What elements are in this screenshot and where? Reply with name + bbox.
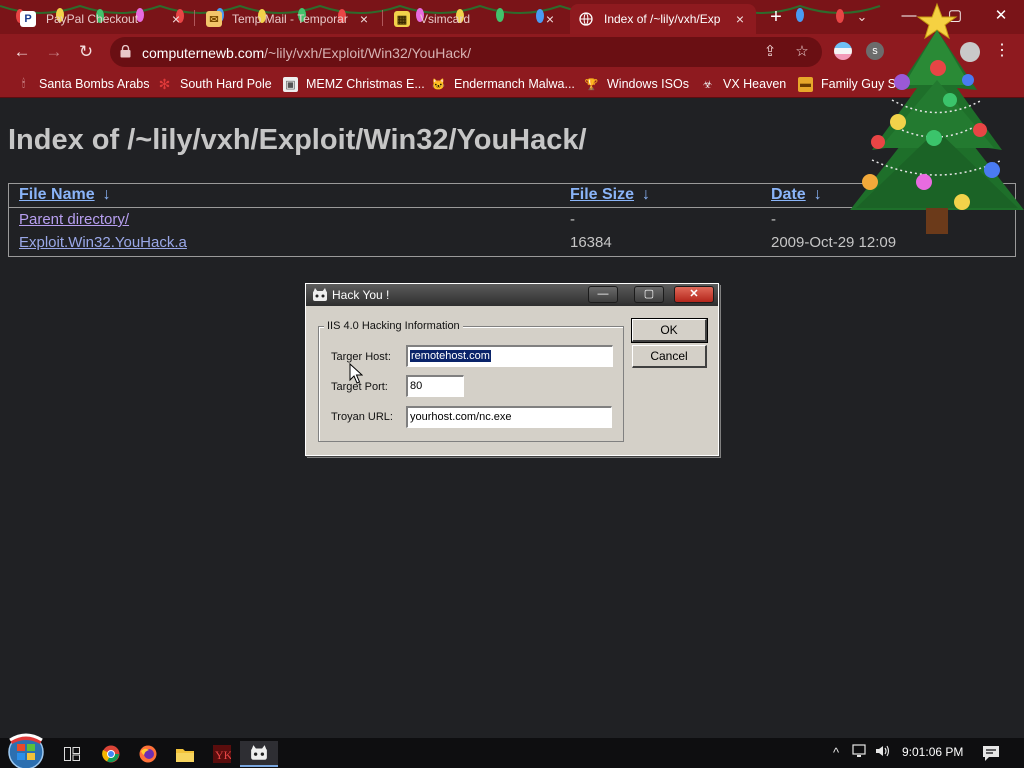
troyan-url-value: yourhost.com/nc.exe bbox=[410, 411, 512, 423]
file-size-cell: 16384 bbox=[570, 234, 612, 251]
notification-center-icon[interactable] bbox=[980, 742, 1002, 764]
bookmark-memz-christmas[interactable]: ▣ MEMZ Christmas E... bbox=[283, 74, 425, 94]
dialog-title-bar[interactable]: Hack You ! — ▢ ✕ bbox=[306, 284, 718, 306]
tab-paypal-checkout[interactable]: P PayPal Checkout × bbox=[12, 4, 192, 34]
url-text[interactable]: computernewb.com/~lily/vxh/Exploit/Win32… bbox=[142, 45, 471, 61]
tab-temp-mail[interactable]: ✉ Temp Mail - Temporar × bbox=[198, 4, 380, 34]
network-icon[interactable] bbox=[850, 744, 870, 763]
windows-taskbar: YK ^ 9:01:06 PM bbox=[0, 733, 1024, 768]
dialog-close-button[interactable]: ✕ bbox=[674, 286, 714, 303]
bookmark-label: Endermanch Malwa... bbox=[454, 77, 575, 91]
hack-you-app-icon bbox=[313, 288, 327, 301]
dialog-title: Hack You ! bbox=[332, 288, 390, 302]
close-icon[interactable]: × bbox=[542, 11, 558, 27]
back-arrow-icon[interactable]: ← bbox=[8, 38, 36, 66]
close-icon[interactable]: × bbox=[732, 11, 748, 27]
troyan-url-input[interactable]: yourhost.com/nc.exe bbox=[406, 406, 612, 428]
column-header-date[interactable]: Date ↓ bbox=[771, 186, 822, 204]
column-header-file-name[interactable]: File Name ↓ bbox=[19, 186, 111, 204]
forward-arrow-icon[interactable]: → bbox=[40, 38, 68, 66]
snowflake-icon: ✻ bbox=[158, 75, 171, 92]
bookmark-vx-heaven[interactable]: ☣ VX Heaven bbox=[700, 74, 787, 94]
reload-icon[interactable]: ↻ bbox=[72, 38, 100, 66]
dialog-minimize-button[interactable]: — bbox=[588, 286, 618, 303]
mouse-cursor-icon bbox=[349, 363, 363, 384]
bookmark-label: Santa Bombs Arabs bbox=[39, 77, 150, 91]
tab-separator bbox=[382, 10, 383, 26]
target-host-label: Targer Host: bbox=[331, 351, 391, 363]
malware-app-icon[interactable]: YK bbox=[203, 741, 241, 767]
paypal-icon: P bbox=[20, 11, 36, 27]
bookmark-santa-bombs-arabs[interactable]: 🕯 Santa Bombs Arabs bbox=[16, 74, 150, 94]
target-port-value: 80 bbox=[410, 380, 423, 392]
tab-title: Temp Mail - Temporar bbox=[232, 12, 348, 26]
trophy-icon: 🏆 bbox=[584, 78, 599, 91]
folder-icon: ▬ bbox=[798, 76, 813, 92]
file-link-parent-directory[interactable]: Parent directory/ bbox=[19, 211, 129, 228]
star-icon[interactable]: ☆ bbox=[792, 43, 812, 61]
tab-title: PayPal Checkout bbox=[46, 12, 139, 26]
mail-icon: ✉ bbox=[206, 11, 222, 27]
tab-vsimcard[interactable]: ▦ Vsimcard × bbox=[386, 4, 566, 34]
tab-title: Vsimcard bbox=[420, 12, 471, 26]
troyan-url-label: Troyan URL: bbox=[331, 411, 393, 423]
task-view-icon[interactable] bbox=[53, 741, 91, 767]
hack-you-dialog: Hack You ! — ▢ ✕ IIS 4.0 Hacking Informa… bbox=[305, 283, 719, 456]
firefox-icon[interactable] bbox=[129, 741, 167, 767]
url-host: computernewb.com bbox=[142, 45, 265, 61]
volume-icon[interactable] bbox=[873, 744, 893, 763]
close-icon[interactable]: × bbox=[356, 11, 372, 27]
cancel-button[interactable]: Cancel bbox=[632, 345, 707, 368]
tray-chevron-icon[interactable]: ^ bbox=[826, 744, 846, 762]
file-size-cell: - bbox=[570, 211, 575, 228]
target-port-input[interactable]: 80 bbox=[406, 375, 464, 397]
christmas-tree-decoration bbox=[850, 2, 1024, 234]
target-host-input[interactable]: remotehost.com bbox=[406, 345, 613, 367]
image-icon: ▣ bbox=[283, 76, 298, 92]
bookmark-label: South Hard Pole bbox=[180, 77, 272, 91]
sort-arrow-icon: ↓ bbox=[642, 186, 651, 203]
ok-button[interactable]: OK bbox=[631, 318, 708, 343]
page-title: Index of /~lily/vxh/Exploit/Win32/YouHac… bbox=[8, 124, 587, 156]
virus-icon: ☣ bbox=[702, 78, 713, 91]
globe-icon bbox=[578, 11, 594, 27]
chrome-icon[interactable] bbox=[92, 741, 130, 767]
sort-arrow-icon: ↓ bbox=[813, 186, 822, 203]
bookmark-windows-isos[interactable]: 🏆 Windows ISOs bbox=[584, 74, 689, 94]
sort-arrow-icon: ↓ bbox=[102, 186, 111, 203]
svg-text:YK: YK bbox=[215, 748, 231, 762]
tab-separator bbox=[194, 10, 195, 26]
bookmark-endermanch-malware[interactable]: 🐱 Endermanch Malwa... bbox=[431, 74, 575, 94]
sim-card-icon: ▦ bbox=[394, 11, 410, 27]
close-icon[interactable]: × bbox=[168, 11, 184, 27]
url-path: /~lily/vxh/Exploit/Win32/YouHack/ bbox=[264, 45, 472, 61]
column-header-file-size[interactable]: File Size ↓ bbox=[570, 186, 650, 204]
file-explorer-icon[interactable] bbox=[166, 741, 204, 767]
target-host-value: remotehost.com bbox=[410, 350, 491, 362]
new-tab-button[interactable]: + bbox=[762, 6, 790, 30]
lock-icon bbox=[120, 45, 131, 58]
file-link-exploit-win32-youhack-a[interactable]: Exploit.Win32.YouHack.a bbox=[19, 234, 187, 251]
bookmark-label: MEMZ Christmas E... bbox=[306, 77, 425, 91]
hack-you-app-icon[interactable] bbox=[240, 741, 278, 767]
dialog-maximize-button[interactable]: ▢ bbox=[634, 286, 664, 303]
column-label: Date bbox=[771, 186, 806, 203]
share-icon[interactable]: ⇪ bbox=[760, 43, 780, 61]
candle-icon: 🕯 bbox=[21, 77, 26, 90]
column-label: File Name bbox=[19, 186, 95, 203]
cat-icon: 🐱 bbox=[431, 78, 446, 91]
address-bar[interactable]: computernewb.com/~lily/vxh/Exploit/Win32… bbox=[110, 37, 822, 67]
column-label: File Size bbox=[570, 186, 635, 203]
tab-index-of-youhack[interactable]: Index of /~lily/vxh/Exp × bbox=[570, 4, 756, 34]
bookmark-label: VX Heaven bbox=[723, 77, 787, 91]
start-button[interactable] bbox=[6, 732, 46, 768]
groupbox-label: IIS 4.0 Hacking Information bbox=[324, 320, 463, 332]
bookmark-label: Windows ISOs bbox=[607, 77, 689, 91]
file-date-cell: - bbox=[771, 211, 776, 228]
bookmark-south-hard-pole[interactable]: ✻ South Hard Pole bbox=[157, 74, 272, 94]
system-clock[interactable]: 9:01:06 PM bbox=[902, 745, 963, 759]
tab-title: Index of /~lily/vxh/Exp bbox=[604, 12, 721, 26]
